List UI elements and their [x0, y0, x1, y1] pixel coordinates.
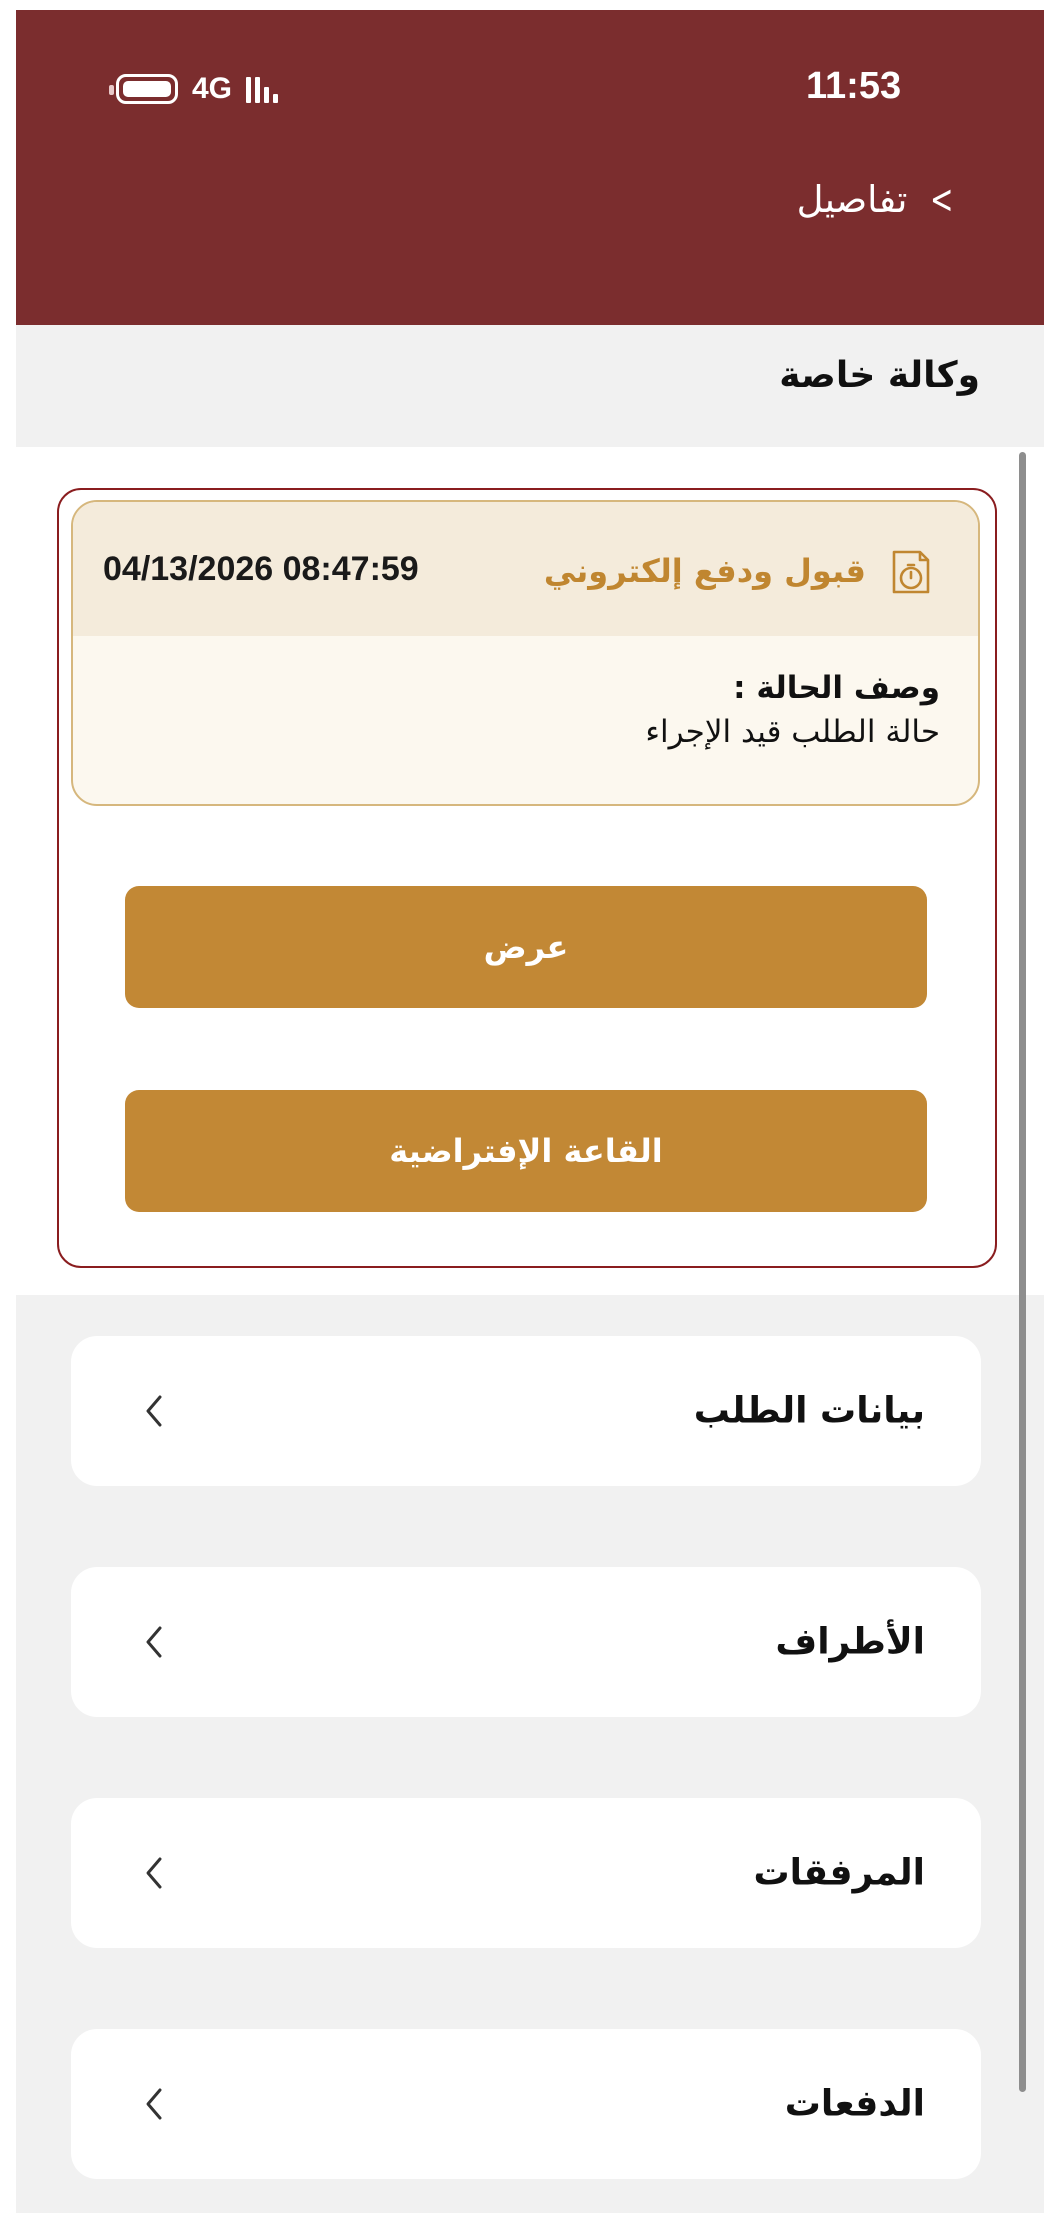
status-datetime: 04/13/2026 08:47:59 [103, 550, 419, 588]
app-header: 4G 11:53 > تفاصيل [16, 10, 1044, 325]
section-label: المرفقات [753, 1852, 925, 1894]
chevron-left-icon [146, 1626, 162, 1658]
status-description: وصف الحالة : حالة الطلب قيد الإجراء [645, 670, 940, 750]
view-button[interactable]: عرض [125, 886, 927, 1008]
status-card-header: قبول ودفع إلكتروني 04/13/2026 08:47:59 [73, 502, 978, 636]
network-label: 4G [192, 72, 233, 105]
chevron-left-icon [146, 1857, 162, 1889]
back-button[interactable]: > تفاصيل [797, 178, 959, 221]
description-value: حالة الطلب قيد الإجراء [645, 714, 940, 750]
status-card: قبول ودفع إلكتروني 04/13/2026 08:47:59 و… [71, 500, 980, 806]
section-parties[interactable]: الأطراف [71, 1567, 981, 1717]
scrollbar[interactable] [1019, 452, 1026, 2092]
status-bar-left: 4G [109, 72, 279, 106]
section-label: الدفعات [784, 2083, 925, 2125]
section-attachments[interactable]: المرفقات [71, 1798, 981, 1948]
section-label: بيانات الطلب [693, 1390, 925, 1432]
status-label: قبول ودفع إلكتروني [543, 552, 866, 590]
section-request-data[interactable]: بيانات الطلب [71, 1336, 981, 1486]
status-label-group: قبول ودفع إلكتروني [544, 544, 938, 598]
section-label: الأطراف [775, 1621, 925, 1663]
chevron-left-icon [146, 2088, 162, 2120]
page-title: تفاصيل [796, 178, 908, 221]
status-time: 11:53 [806, 65, 902, 107]
battery-icon [109, 74, 178, 104]
section-payments[interactable]: الدفعات [71, 2029, 981, 2179]
chevron-back-icon: > [930, 176, 954, 223]
request-type: وكالة خاصة [779, 355, 980, 396]
virtual-hall-button[interactable]: القاعة الإفتراضية [125, 1090, 927, 1212]
chevron-left-icon [146, 1395, 162, 1427]
stopwatch-document-icon [892, 550, 930, 594]
description-label: وصف الحالة : [733, 670, 940, 706]
signal-icon [246, 75, 279, 103]
